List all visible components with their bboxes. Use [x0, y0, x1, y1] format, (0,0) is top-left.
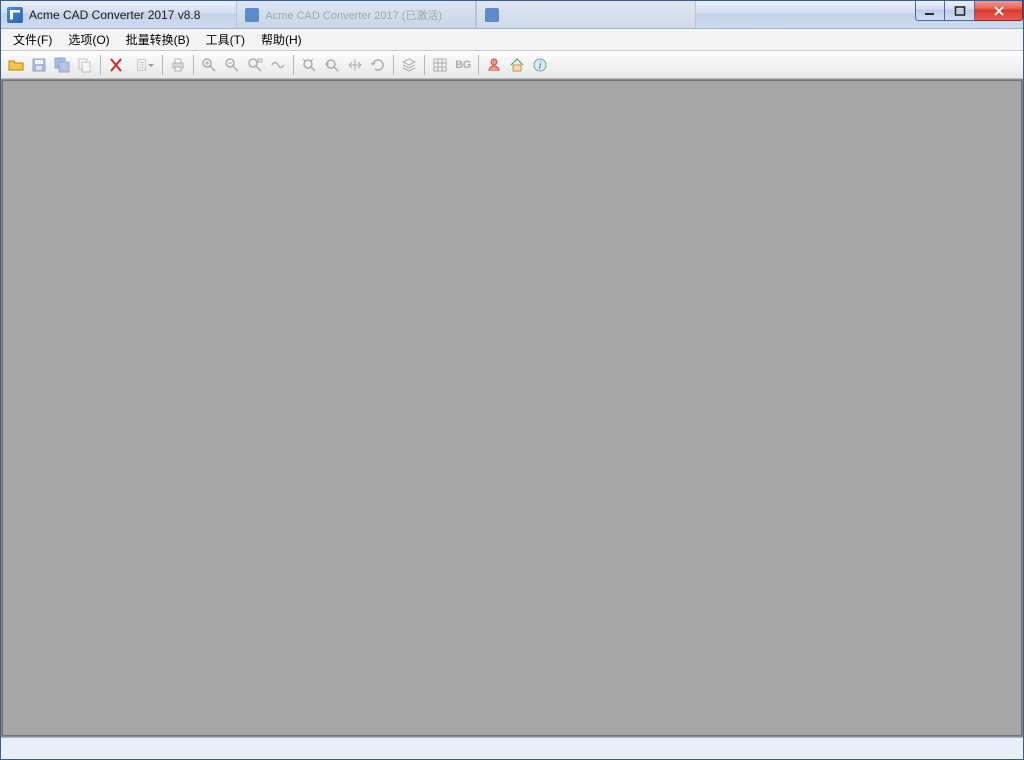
toolbar-separator	[293, 55, 294, 75]
toolbar-separator	[393, 55, 394, 75]
info-button[interactable]: i	[529, 54, 551, 76]
close-button[interactable]	[975, 1, 1023, 21]
menu-options[interactable]: 选项(O)	[60, 29, 117, 50]
tab-icon	[245, 8, 259, 22]
toolbar-separator	[424, 55, 425, 75]
toolbar-separator	[162, 55, 163, 75]
toolbar: BG i	[1, 51, 1023, 79]
toolbar-separator	[478, 55, 479, 75]
save-button[interactable]	[28, 54, 50, 76]
maximize-button[interactable]	[945, 1, 975, 21]
home-button[interactable]	[506, 54, 528, 76]
pdf-button[interactable]	[105, 54, 127, 76]
menubar: 文件(F) 选项(O) 批量转换(B) 工具(T) 帮助(H)	[1, 29, 1023, 51]
zoom-window-button[interactable]	[244, 54, 266, 76]
export-dropdown[interactable]	[128, 54, 158, 76]
rotate-button[interactable]	[367, 54, 389, 76]
menu-file[interactable]: 文件(F)	[5, 29, 60, 50]
toolbar-separator	[193, 55, 194, 75]
zoom-extents-button[interactable]	[298, 54, 320, 76]
menu-help[interactable]: 帮助(H)	[253, 29, 310, 50]
zoom-out-button[interactable]	[221, 54, 243, 76]
open-button[interactable]	[5, 54, 27, 76]
menu-batch[interactable]: 批量转换(B)	[118, 29, 198, 50]
title-tabs: Acme CAD Converter 2017 (已激活)	[236, 1, 696, 28]
pan-button[interactable]	[344, 54, 366, 76]
zoom-in-button[interactable]	[198, 54, 220, 76]
user-button[interactable]	[483, 54, 505, 76]
zoom-previous-button[interactable]	[321, 54, 343, 76]
statusbar	[1, 737, 1023, 759]
print-button[interactable]	[167, 54, 189, 76]
title-tab-2[interactable]	[476, 1, 696, 28]
save-all-button[interactable]	[51, 54, 73, 76]
title-tab-1[interactable]: Acme CAD Converter 2017 (已激活)	[236, 1, 476, 28]
layers-button[interactable]	[398, 54, 420, 76]
titlebar: Acme CAD Converter 2017 v8.8 Acme CAD Co…	[1, 1, 1023, 29]
grid-button[interactable]	[429, 54, 451, 76]
zoom-dynamic-button[interactable]	[267, 54, 289, 76]
window-title: Acme CAD Converter 2017 v8.8	[29, 8, 200, 22]
tab-label: Acme CAD Converter 2017 (已激活)	[265, 7, 442, 23]
bg-button[interactable]: BG	[452, 54, 474, 76]
toolbar-separator	[100, 55, 101, 75]
minimize-button[interactable]	[915, 1, 945, 21]
tab-icon	[485, 8, 499, 22]
menu-tools[interactable]: 工具(T)	[198, 29, 253, 50]
bg-label: BG	[455, 59, 471, 71]
workspace[interactable]	[1, 79, 1023, 737]
app-icon	[7, 7, 23, 23]
copy-button[interactable]	[74, 54, 96, 76]
